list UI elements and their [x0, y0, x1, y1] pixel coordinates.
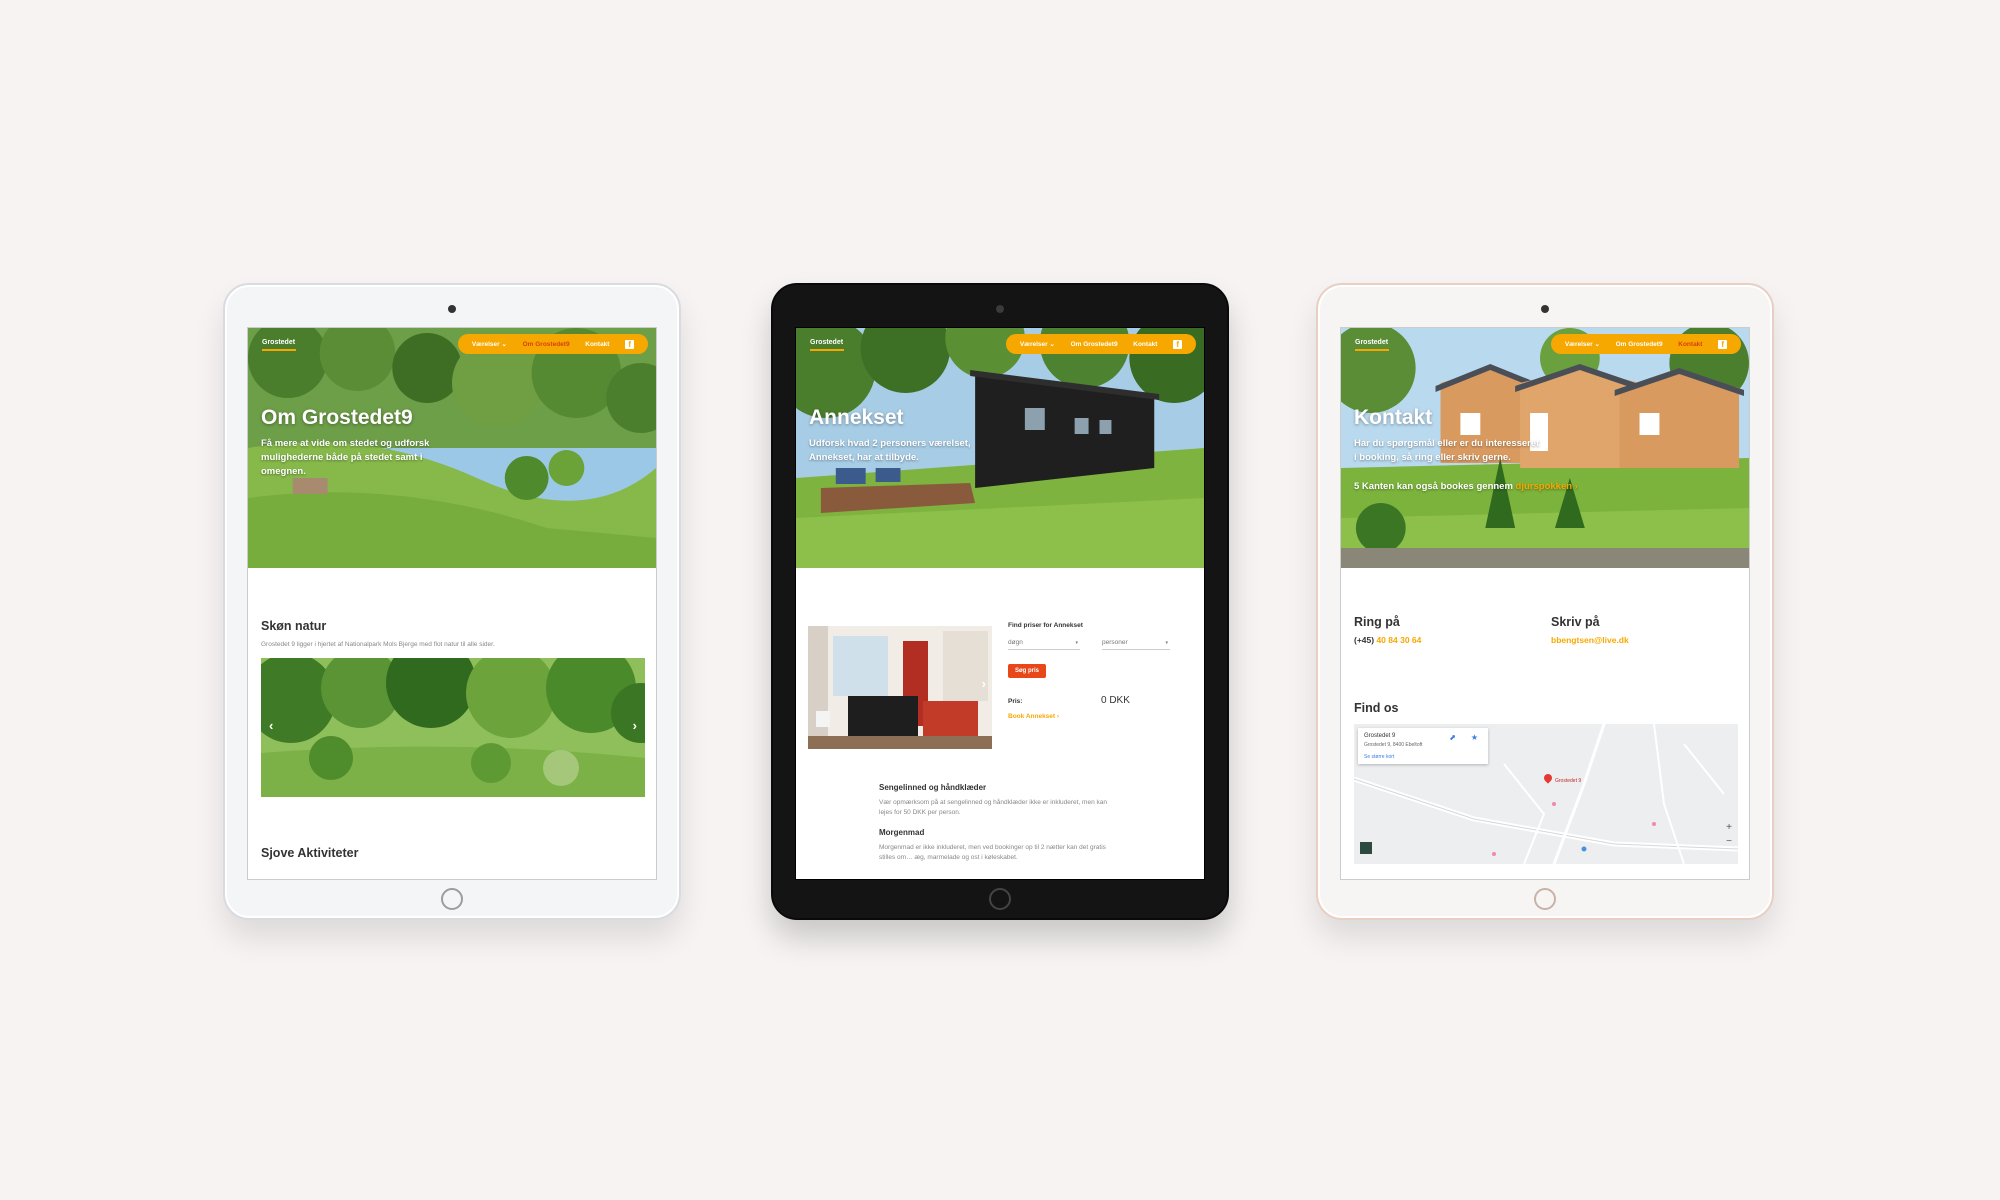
star-icon[interactable]: ★: [1471, 733, 1478, 742]
site-logo[interactable]: Grostedet: [262, 339, 296, 351]
image-carousel[interactable]: ‹ ›: [261, 658, 645, 797]
room-image[interactable]: ›: [808, 626, 992, 749]
screen: Grostedet Værelser ⌄ Om Grostedet9 Konta…: [1340, 327, 1750, 880]
nav-item-contact[interactable]: Kontakt: [1133, 341, 1157, 348]
nav-item-contact[interactable]: Kontakt: [585, 341, 609, 348]
chevron-down-icon: ▾: [1165, 640, 1168, 646]
page-title: Om Grostedet9: [261, 406, 413, 429]
map-pin-label: Grostedet 9: [1555, 778, 1582, 784]
chevron-down-icon: ▾: [1075, 640, 1078, 646]
write-heading: Skriv på: [1551, 615, 1600, 629]
djurspokken-link[interactable]: djurspokken ›: [1516, 481, 1578, 492]
site-logo[interactable]: Grostedet: [810, 339, 844, 351]
book-link[interactable]: Book Annekset ›: [1008, 712, 1059, 722]
section-heading: Skøn natur: [261, 619, 327, 633]
room-photo: [808, 626, 992, 749]
main-nav: Værelser ⌄ Om Grostedet9 Kontakt f: [1551, 334, 1741, 354]
nav-item-about[interactable]: Om Grostedet9: [523, 341, 570, 348]
map-info-card: Grostedet 9 Grostedet 9, 8400 Ebeltoft S…: [1358, 728, 1488, 764]
page-title: Annekset: [809, 406, 904, 429]
info-text-linen: Vær opmærksom på at sengelinned og håndk…: [879, 799, 1107, 816]
site-logo[interactable]: Grostedet: [1355, 339, 1389, 351]
front-camera: [448, 305, 456, 313]
section-heading-activities: Sjove Aktiviteter: [261, 846, 359, 860]
nav-item-about[interactable]: Om Grostedet9: [1071, 341, 1118, 348]
front-camera: [1541, 305, 1549, 313]
home-button: [989, 888, 1011, 910]
hero-section: Grostedet Værelser ⌄ Om Grostedet9 Konta…: [796, 328, 1204, 568]
nav-item-contact[interactable]: Kontakt: [1678, 341, 1702, 348]
page-title: Kontakt: [1354, 406, 1433, 429]
home-button: [1534, 888, 1556, 910]
hero-text: Har du spørgsmål eller er du interessere…: [1354, 438, 1540, 463]
tablet-annekset: Grostedet Værelser ⌄ Om Grostedet9 Konta…: [771, 283, 1229, 920]
ring-heading: Ring på: [1354, 615, 1400, 629]
map-place-name: Grostedet 9: [1364, 733, 1396, 739]
carousel-next-icon[interactable]: ›: [982, 676, 986, 691]
google-map[interactable]: Grostedet 9 Grostedet 9 Grostedet 9, 840…: [1354, 724, 1738, 864]
nav-item-rooms[interactable]: Værelser ⌄: [472, 340, 507, 348]
info-heading-linen: Sengelinned og håndklæder: [879, 783, 987, 792]
hero-text: Udforsk hvad 2 personers værelset, Annek…: [809, 438, 971, 463]
booking-heading: Find priser for Annekset: [1008, 622, 1083, 629]
home-button: [441, 888, 463, 910]
days-select[interactable]: døgn ▾: [1008, 637, 1080, 650]
carousel-prev-icon[interactable]: ‹: [269, 718, 273, 733]
hero-booking-text: 5 Kanten kan også bookes gennem djurspok…: [1354, 481, 1578, 492]
facebook-icon[interactable]: f: [1173, 339, 1183, 349]
nature-image: [261, 658, 645, 797]
map-address: Grostedet 9, 8400 Ebeltoft: [1364, 742, 1423, 748]
zoom-in-icon[interactable]: +: [1726, 822, 1732, 833]
screen: Grostedet Værelser ⌄ Om Grostedet9 Konta…: [247, 327, 657, 880]
facebook-icon[interactable]: f: [625, 339, 635, 349]
nav-item-rooms[interactable]: Værelser ⌄: [1020, 340, 1055, 348]
phone-link[interactable]: 40 84 30 64: [1376, 635, 1421, 645]
zoom-out-icon[interactable]: −: [1726, 836, 1732, 847]
price-value: 0 DKK: [1101, 695, 1130, 706]
front-camera: [996, 305, 1004, 313]
hero-section: Grostedet Værelser ⌄ Om Grostedet9 Konta…: [248, 328, 656, 568]
nav-item-rooms[interactable]: Værelser ⌄: [1565, 340, 1600, 348]
tablet-kontakt: Grostedet Værelser ⌄ Om Grostedet9 Konta…: [1316, 283, 1774, 920]
main-nav: Værelser ⌄ Om Grostedet9 Kontakt f: [458, 334, 648, 354]
hero-text: Få mere at vide om stedet og udforsk mul…: [261, 438, 430, 477]
nav-item-about[interactable]: Om Grostedet9: [1616, 341, 1663, 348]
price-label: Pris:: [1008, 698, 1023, 705]
search-price-button[interactable]: Søg pris: [1008, 664, 1046, 678]
screen: Grostedet Værelser ⌄ Om Grostedet9 Konta…: [795, 327, 1205, 880]
facebook-icon[interactable]: f: [1718, 339, 1728, 349]
hero-section: Grostedet Værelser ⌄ Om Grostedet9 Konta…: [1341, 328, 1749, 568]
directions-icon[interactable]: ⬈: [1449, 733, 1456, 742]
main-nav: Værelser ⌄ Om Grostedet9 Kontakt f: [1006, 334, 1196, 354]
tablet-om-grostedet: Grostedet Værelser ⌄ Om Grostedet9 Konta…: [223, 283, 681, 920]
carousel-next-icon[interactable]: ›: [633, 718, 637, 733]
email-link[interactable]: bbengtsen@live.dk: [1551, 635, 1629, 645]
find-us-heading: Find os: [1354, 701, 1399, 715]
info-text-breakfast: Morgenmad er ikke inkluderet, men ved bo…: [879, 844, 1106, 861]
larger-map-link[interactable]: Se større kort: [1364, 754, 1394, 760]
phone-line: (+45) 40 84 30 64: [1354, 635, 1422, 645]
persons-select[interactable]: personer ▾: [1102, 637, 1170, 650]
info-heading-breakfast: Morgenmad: [879, 828, 925, 837]
section-text: Grostedet 9 ligger i hjertet af National…: [261, 641, 495, 648]
